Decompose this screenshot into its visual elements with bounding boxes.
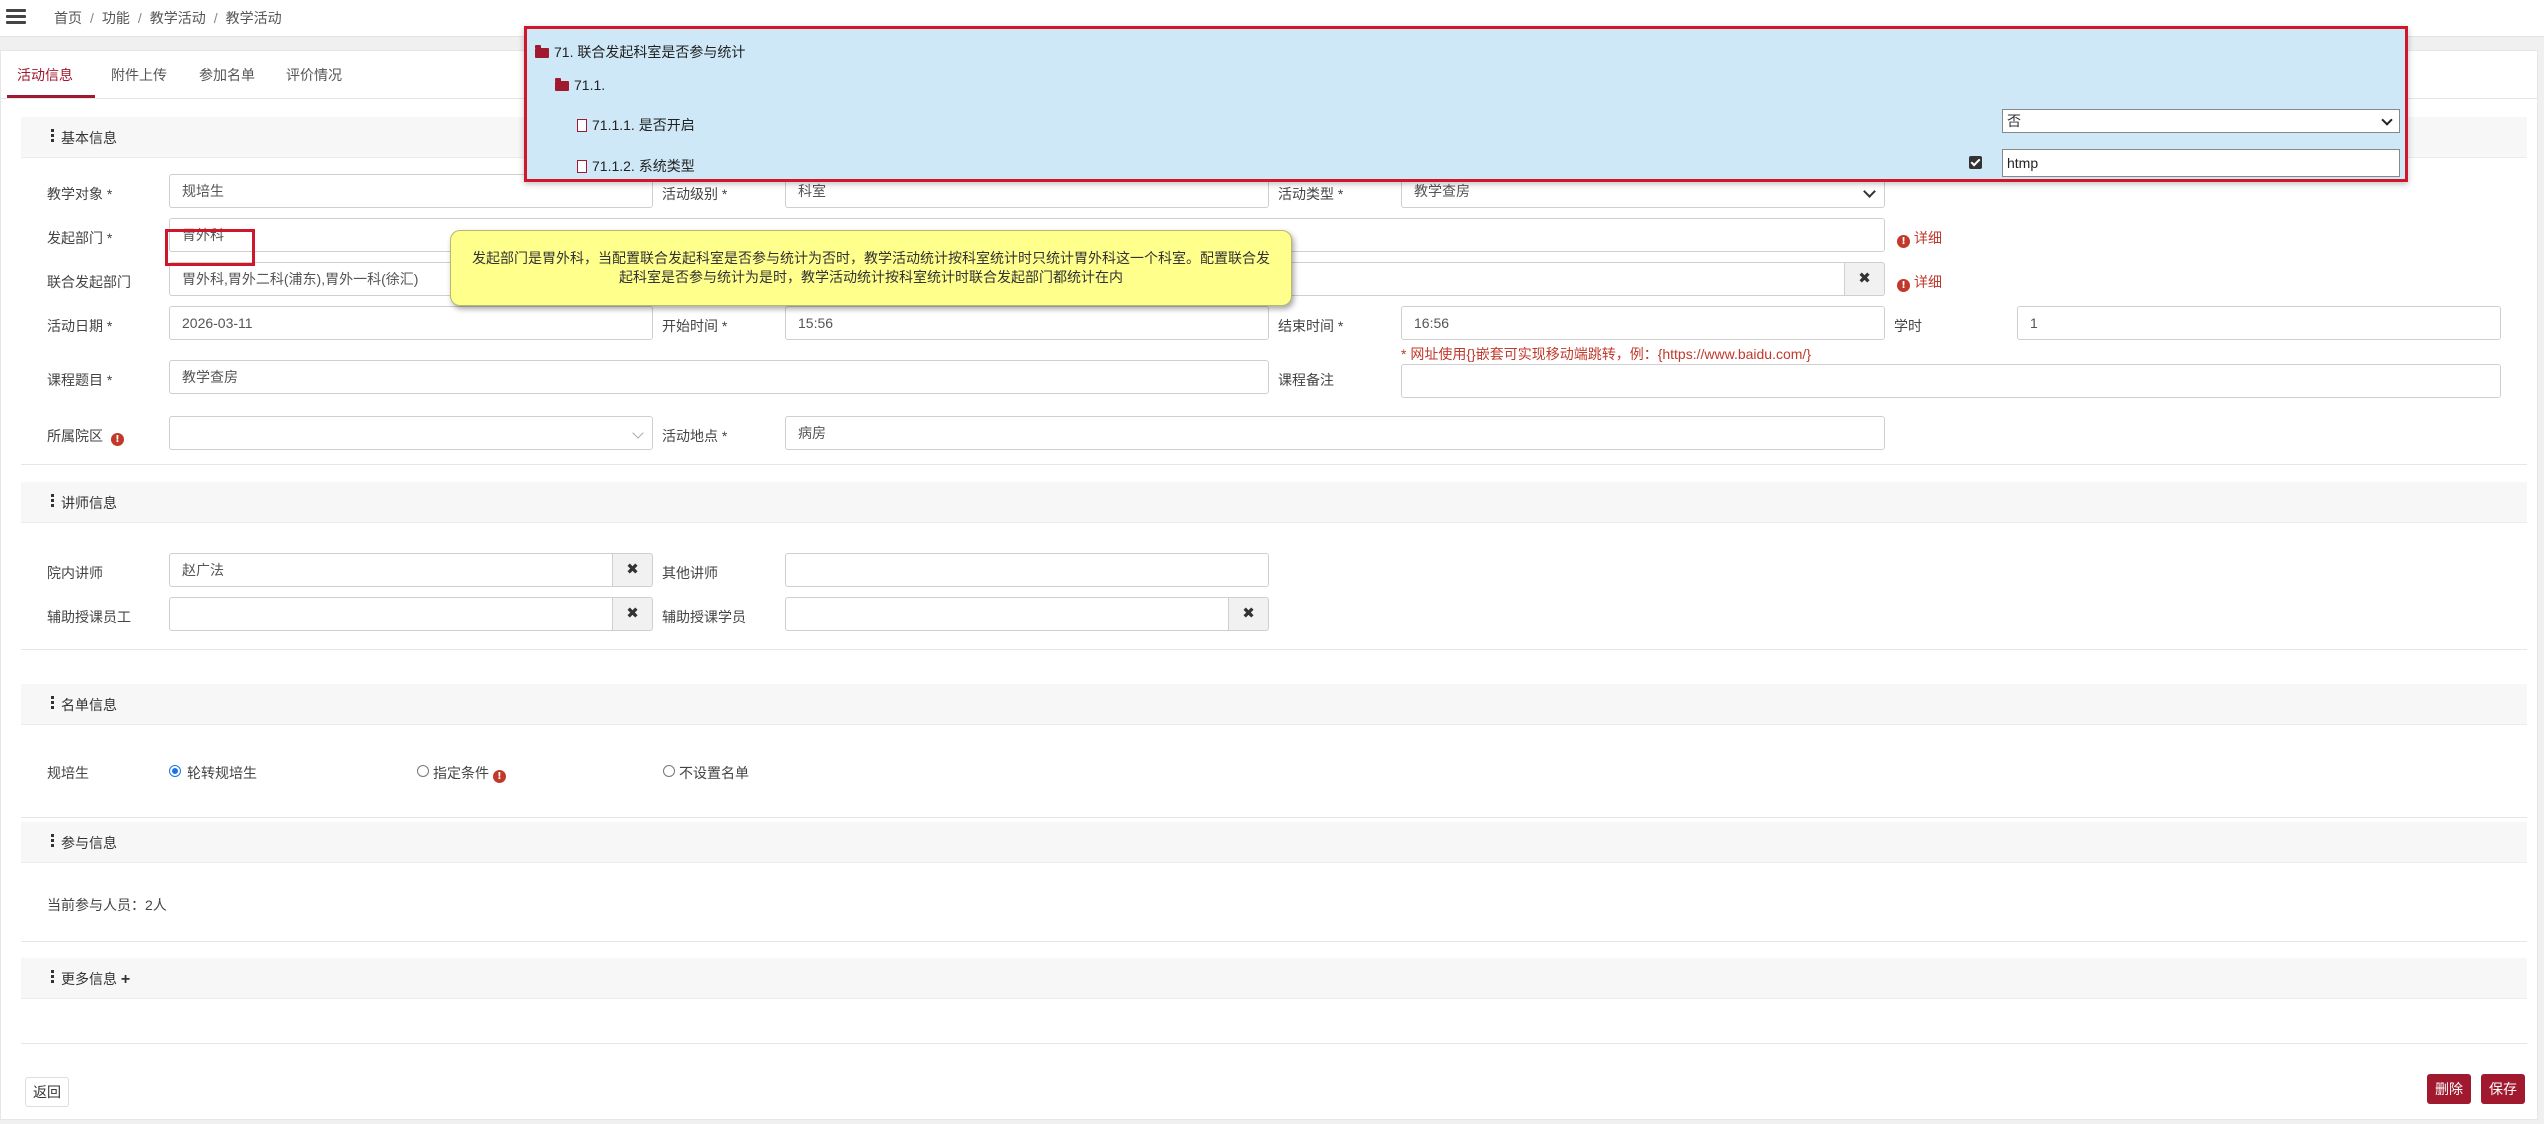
section-body-participation: 当前参与人员：2人 (21, 863, 2527, 942)
date-label: 活动日期 * (47, 318, 113, 334)
hours-input[interactable]: 1 (2017, 306, 2501, 340)
section-title: 名单信息 (61, 697, 117, 713)
hours-label: 学时 (1894, 318, 1922, 334)
other-teacher-input[interactable] (785, 553, 1269, 587)
folder-open-icon (555, 78, 569, 91)
main-card: 活动信息 附件上传 参加名单 评价情况 基本信息 教学对象 * 规培生 活动级别… (0, 50, 2538, 1120)
assist-staff-clear-button[interactable]: ✖ (613, 597, 653, 631)
participant-count: 当前参与人员：2人 (47, 897, 167, 913)
section-bar-icon (51, 129, 54, 143)
dept-label: 发起部门 * (47, 230, 113, 246)
inner-teacher-label: 院内讲师 (47, 565, 103, 581)
config-system-type-input[interactable]: htmp (2002, 149, 2400, 177)
type-label: 活动类型 * (1278, 186, 1344, 202)
config-item-enable: 71.1.1. 是否开启 (577, 115, 695, 135)
section-body-more (21, 999, 2527, 1044)
place-label: 活动地点 * (662, 428, 728, 444)
tab-activity-info[interactable]: 活动信息 (17, 65, 73, 85)
roster-option-condition-radio[interactable] (417, 765, 429, 777)
course-input[interactable]: 教学查房 (169, 360, 1269, 394)
config-enable-select[interactable]: 否 (2002, 109, 2400, 133)
roster-option-condition-label[interactable]: 指定条件 ! (433, 763, 510, 783)
info-icon: ! (1897, 279, 1910, 292)
remark-hint: * 网址使用{}嵌套可实现移动端跳转，例：{https://www.baidu.… (1401, 346, 1811, 362)
roster-option-none-label[interactable]: 不设置名单 (679, 763, 749, 783)
joint-dept-label: 联合发起部门 (47, 274, 131, 290)
assist-staff-label: 辅助授课员工 (47, 609, 131, 625)
remark-input[interactable] (1401, 364, 2501, 398)
section-title: 参与信息 (61, 835, 117, 851)
save-button[interactable]: 保存 (2481, 1074, 2525, 1104)
config-item-system-type: 71.1.2. 系统类型 (577, 156, 695, 176)
joint-dept-detail-link[interactable]: ! 详细 (1897, 272, 1942, 292)
config-group-node[interactable]: 71.1. (555, 77, 605, 93)
end-time-input[interactable]: 16:56 (1401, 306, 1885, 340)
section-title: 基本信息 (61, 130, 117, 146)
section-header-more[interactable]: 更多信息 + (21, 958, 2527, 999)
section-bar-icon (51, 696, 54, 710)
roster-label: 规培生 (47, 765, 89, 781)
section-bar-icon (51, 970, 54, 984)
level-label: 活动级别 * (662, 186, 728, 202)
assist-student-clear-button[interactable]: ✖ (1229, 597, 1269, 631)
file-icon (577, 119, 587, 132)
campus-label: 所属院区 ! (47, 426, 128, 446)
section-body-basic: 教学对象 * 规培生 活动级别 * 科室 活动类型 * 教学查房 发起部门 * … (21, 158, 2527, 465)
dept-detail-link[interactable]: ! 详细 (1897, 228, 1942, 248)
info-icon: ! (492, 770, 506, 783)
joint-dept-clear-button[interactable]: ✖ (1845, 262, 1885, 296)
section-title: 更多信息 + (61, 971, 131, 988)
target-label: 教学对象 * (47, 186, 113, 202)
roster-option-rotation-label[interactable]: 轮转规培生 (187, 763, 257, 783)
breadcrumb-teaching[interactable]: 教学活动 (150, 10, 206, 26)
campus-select[interactable] (169, 416, 653, 450)
folder-open-icon (535, 45, 549, 58)
section-body-roster: 规培生 轮转规培生 指定条件 ! 不设置名单 (21, 725, 2527, 818)
roster-option-none-radio[interactable] (663, 765, 675, 777)
tab-attachment-upload[interactable]: 附件上传 (111, 65, 167, 85)
highlight-box-dept (165, 229, 255, 266)
breadcrumb-home[interactable]: 首页 (54, 10, 82, 26)
tab-participant-list[interactable]: 参加名单 (199, 65, 255, 85)
section-header-teacher: 讲师信息 (21, 482, 2527, 523)
section-header-roster: 名单信息 (21, 684, 2527, 725)
section-header-participation: 参与信息 (21, 822, 2527, 863)
info-icon: ! (1897, 235, 1910, 248)
date-input[interactable]: 2026-03-11 (169, 306, 653, 340)
config-panel: 71. 联合发起科室是否参与统计 71.1. 71.1.1. 是否开启 否 71… (524, 26, 2408, 182)
assist-staff-input[interactable] (169, 597, 613, 631)
delete-button[interactable]: 删除 (2427, 1074, 2471, 1104)
assist-student-input[interactable] (785, 597, 1229, 631)
info-icon: ! (110, 433, 124, 446)
remark-label: 课程备注 (1278, 372, 1334, 388)
start-time-label: 开始时间 * (662, 318, 728, 334)
other-teacher-label: 其他讲师 (662, 565, 718, 581)
end-time-label: 结束时间 * (1278, 318, 1344, 334)
inner-teacher-clear-button[interactable]: ✖ (613, 553, 653, 587)
section-body-teacher: 院内讲师 赵广法 ✖ 其他讲师 辅助授课员工 ✖ 辅助授课学员 ✖ (21, 523, 2527, 650)
tab-evaluation[interactable]: 评价情况 (286, 65, 342, 85)
course-label: 课程题目 * (47, 372, 113, 388)
breadcrumb: 首页 / 功能 / 教学活动 / 教学活动 (54, 10, 282, 26)
config-root-node[interactable]: 71. 联合发起科室是否参与统计 (535, 42, 745, 62)
assist-student-label: 辅助授课学员 (662, 609, 746, 625)
roster-option-rotation-radio[interactable] (169, 765, 181, 777)
plus-icon[interactable]: + (121, 971, 130, 988)
section-title: 讲师信息 (61, 495, 117, 511)
file-icon (577, 160, 587, 173)
start-time-input[interactable]: 15:56 (785, 306, 1269, 340)
breadcrumb-function[interactable]: 功能 (102, 10, 130, 26)
section-bar-icon (51, 494, 54, 508)
hamburger-menu-icon[interactable] (6, 6, 26, 26)
breadcrumb-current: 教学活动 (225, 10, 282, 26)
back-button[interactable]: 返回 (25, 1077, 69, 1107)
config-system-type-checkbox[interactable] (1969, 156, 1982, 169)
section-bar-icon (51, 834, 54, 848)
annotation-note: 发起部门是胃外科，当配置联合发起科室是否参与统计为否时，教学活动统计按科室统计时… (450, 230, 1292, 306)
place-input[interactable]: 病房 (785, 416, 1885, 450)
inner-teacher-input[interactable]: 赵广法 (169, 553, 613, 587)
